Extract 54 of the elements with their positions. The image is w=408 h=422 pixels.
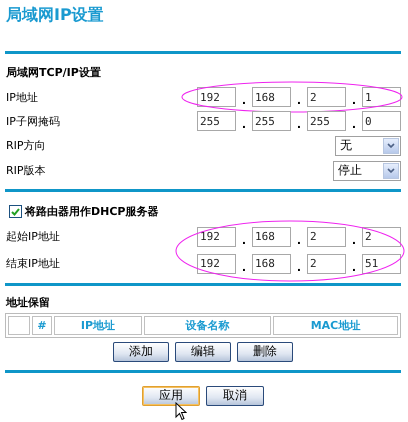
dot-separator: . bbox=[350, 260, 358, 274]
ip-octet-field[interactable]: 2 bbox=[307, 254, 346, 274]
ip-octet-field[interactable]: 255 bbox=[307, 111, 346, 131]
ip-octet-field[interactable]: 1 bbox=[362, 87, 401, 107]
checkbox[interactable] bbox=[9, 205, 22, 218]
ip-octet-field[interactable]: 168 bbox=[252, 254, 291, 274]
ip-octet-field[interactable]: 192 bbox=[197, 87, 236, 107]
dot-separator: . bbox=[240, 118, 248, 131]
table-action-button[interactable]: 删除 bbox=[237, 342, 293, 362]
mouse-cursor-icon bbox=[175, 402, 187, 421]
ip-octet-field[interactable]: 192 bbox=[197, 254, 236, 274]
action-button[interactable]: 应用 bbox=[142, 386, 200, 406]
action-button[interactable]: 取消 bbox=[206, 386, 264, 406]
ip-octet-field[interactable]: 255 bbox=[197, 111, 236, 131]
ip-octet-field[interactable]: 51 bbox=[362, 254, 401, 274]
field-label: 结束IP地址 bbox=[5, 256, 60, 271]
ip-octet-field[interactable]: 0 bbox=[362, 111, 401, 131]
ip-octet-field[interactable]: 2 bbox=[307, 226, 346, 246]
dot-separator: . bbox=[350, 94, 358, 107]
field-label: 起始IP地址 bbox=[5, 229, 60, 244]
dropdown[interactable]: 停止 bbox=[333, 160, 401, 180]
dot-separator: . bbox=[296, 260, 302, 274]
ip-octet-field[interactable]: 2 bbox=[362, 226, 401, 246]
column-header: # bbox=[32, 316, 52, 335]
table-action-button[interactable]: 添加 bbox=[113, 342, 169, 362]
field-label: IP子网掩码 bbox=[5, 114, 60, 128]
dot-separator: . bbox=[240, 234, 248, 246]
section-heading: 局域网TCP/IP设置 bbox=[5, 65, 102, 81]
field-label: IP地址 bbox=[5, 90, 38, 104]
ip-octet-field[interactable]: 2 bbox=[307, 87, 346, 107]
chevron-down-icon bbox=[383, 162, 399, 178]
dot-separator: . bbox=[296, 234, 302, 246]
ip-octet-field[interactable]: 192 bbox=[197, 226, 236, 246]
column-header: MAC地址 bbox=[273, 316, 398, 335]
dot-separator: . bbox=[240, 260, 248, 274]
dot-separator: . bbox=[350, 234, 358, 246]
ip-octet-field[interactable]: 168 bbox=[252, 87, 291, 107]
dot-separator: . bbox=[296, 118, 302, 131]
column-header: IP地址 bbox=[54, 316, 142, 335]
chevron-down-icon bbox=[383, 138, 399, 154]
dot-separator: . bbox=[240, 94, 248, 107]
checkbox-label: 将路由器用作DHCP服务器 bbox=[25, 204, 158, 219]
field-label: RIP方向 bbox=[5, 138, 46, 153]
column-header: 设备名称 bbox=[144, 316, 271, 335]
dot-separator: . bbox=[350, 118, 358, 131]
ip-octet-field[interactable]: 255 bbox=[252, 111, 291, 131]
ip-octet-field[interactable]: 168 bbox=[252, 226, 291, 246]
section-heading: 地址保留 bbox=[5, 295, 51, 311]
table-action-button[interactable]: 编辑 bbox=[175, 342, 231, 362]
field-label: RIP版本 bbox=[5, 163, 46, 178]
dropdown[interactable]: 无 bbox=[335, 136, 401, 156]
dot-separator: . bbox=[296, 94, 302, 107]
page-title: 局域网IP设置 bbox=[5, 4, 105, 26]
column-header bbox=[8, 316, 30, 335]
